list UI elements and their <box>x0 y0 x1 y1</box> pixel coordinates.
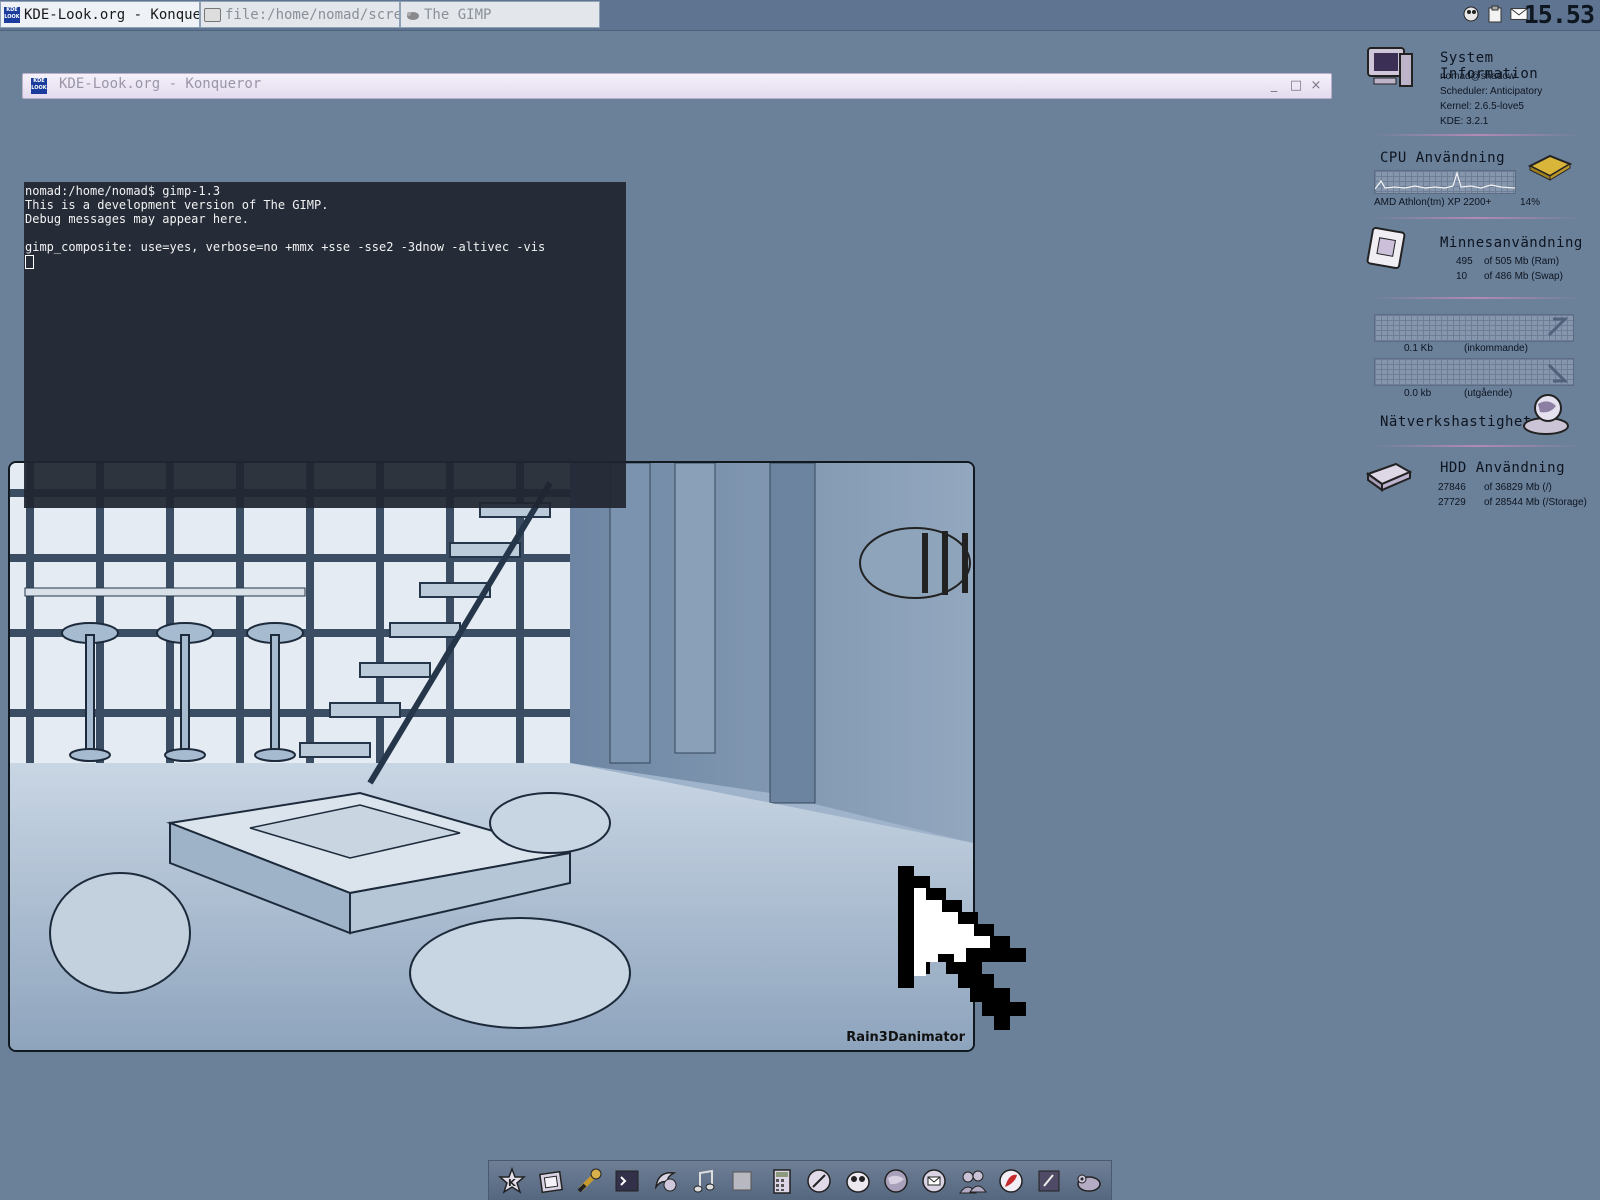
ram-used: 495 <box>1456 256 1473 267</box>
terminal-line: Debug messages may appear here. <box>25 212 249 226</box>
network-in-graph <box>1374 314 1574 342</box>
root-total: of 36829 Mb (/) <box>1484 482 1552 493</box>
memory-chip-icon <box>1366 226 1406 270</box>
ram-total: of 505 Mb (Ram) <box>1484 256 1560 267</box>
gimp-icon[interactable] <box>1072 1165 1104 1197</box>
editor-icon[interactable] <box>803 1165 835 1197</box>
mouse-pointer-icon <box>898 866 1026 1030</box>
task-label: file:/home/nomad/screenshots <box>225 6 400 23</box>
kicker-panel: K <box>488 1160 1112 1200</box>
cpu-title: CPU Användning <box>1380 150 1506 166</box>
hard-drive-icon <box>1365 462 1413 492</box>
arrow-down-right-icon <box>1547 363 1567 383</box>
wallpaper-image: Rain3Danimator <box>8 461 975 1052</box>
network-out-value: 0.0 kb <box>1404 388 1432 399</box>
network-globe-icon <box>1523 394 1569 435</box>
svg-text:K: K <box>508 1178 517 1189</box>
kde-look-icon: KDE LOOK <box>4 6 20 23</box>
close-button[interactable]: × <box>1307 77 1325 95</box>
task-label: KDE-Look.org - Konqueror <box>24 6 200 23</box>
terminal-icon[interactable] <box>1033 1165 1065 1197</box>
divider <box>1372 134 1582 136</box>
kde-menu-icon[interactable]: K <box>496 1165 528 1197</box>
task-label: The GIMP <box>424 6 492 23</box>
users-icon[interactable] <box>957 1165 989 1197</box>
computer-icon <box>1367 47 1413 87</box>
scheduler: Scheduler: Anticipatory <box>1440 86 1543 97</box>
task-file-manager[interactable]: file:/home/nomad/screenshots <box>200 1 400 28</box>
minimize-button[interactable]: _ <box>1265 77 1283 95</box>
network-in-label: (inkommande) <box>1464 343 1528 354</box>
taskbar: KDELOOK KDE-Look.org - Konqueror file:/h… <box>0 0 1600 31</box>
folder-icon <box>204 7 221 22</box>
cpu-chip-icon <box>1527 154 1572 181</box>
kopete-icon[interactable] <box>1462 5 1480 23</box>
divider <box>1372 445 1582 447</box>
storage-total: of 28544 Mb (/Storage) <box>1484 497 1587 508</box>
media-player-icon[interactable] <box>995 1165 1027 1197</box>
home-folder-icon[interactable] <box>535 1165 567 1197</box>
gimp-icon <box>407 11 419 20</box>
task-gimp[interactable]: The GIMP <box>400 1 600 28</box>
kopete-icon[interactable] <box>842 1165 874 1197</box>
system-tray <box>1462 5 1528 23</box>
task-konqueror[interactable]: KDELOOK KDE-Look.org - Konqueror <box>0 1 200 28</box>
klipper-icon[interactable] <box>1486 5 1504 23</box>
cpu-graph <box>1374 170 1516 194</box>
kernel-version: Kernel: 2.6.5-love5 <box>1440 101 1524 112</box>
arrow-up-right-icon <box>1547 317 1567 337</box>
cpu-usage: 14% <box>1520 197 1541 208</box>
maximize-button[interactable]: □ <box>1287 77 1305 95</box>
control-center-icon[interactable] <box>573 1165 605 1197</box>
network-out-label: (utgående) <box>1464 388 1513 399</box>
terminal-cursor <box>25 255 34 269</box>
cpu-model: AMD Athlon(tm) XP 2200+ <box>1374 197 1492 208</box>
calculator-icon[interactable] <box>765 1165 797 1197</box>
clock[interactable]: 15.53 <box>1524 0 1595 30</box>
network-title: Nätverkshastighet <box>1380 414 1532 430</box>
terminal[interactable]: nomad:/home/nomad$ gimp-1.3 This is a de… <box>24 182 626 508</box>
user-host: nomad@shadow <box>1440 71 1516 82</box>
terminal-line: gimp_composite: use=yes, verbose=no +mmx… <box>25 240 546 254</box>
swap-total: of 486 Mb (Swap) <box>1484 271 1563 282</box>
blank-window-icon[interactable] <box>726 1165 758 1197</box>
terminal-line: This is a development version of The GIM… <box>25 198 329 212</box>
divider <box>1372 297 1582 299</box>
konsole-icon[interactable] <box>611 1165 643 1197</box>
music-icon[interactable] <box>688 1165 720 1197</box>
network-out-graph <box>1374 358 1574 386</box>
terminal-line: nomad:/home/nomad$ gimp-1.3 <box>25 184 221 198</box>
root-used: 27846 <box>1438 482 1466 493</box>
network-in-value: 0.1 Kb <box>1404 343 1433 354</box>
web-browser-icon[interactable] <box>880 1165 912 1197</box>
kde-look-icon: KDE LOOK <box>31 78 47 94</box>
divider <box>1372 217 1582 219</box>
loft-illustration <box>10 463 973 1050</box>
kde-version: KDE: 3.2.1 <box>1440 116 1489 127</box>
konqueror-titlebar[interactable]: KDE LOOK KDE-Look.org - Konqueror _ □ × <box>22 73 1332 99</box>
storage-used: 27729 <box>1438 497 1466 508</box>
memory-title: Minnesanvändning <box>1440 235 1583 251</box>
kmail-icon[interactable] <box>918 1165 950 1197</box>
window-title: KDE-Look.org - Konqueror <box>59 76 262 92</box>
konqueror-icon[interactable] <box>650 1165 682 1197</box>
swap-used: 10 <box>1456 271 1468 282</box>
hdd-title: HDD Användning <box>1440 460 1566 476</box>
